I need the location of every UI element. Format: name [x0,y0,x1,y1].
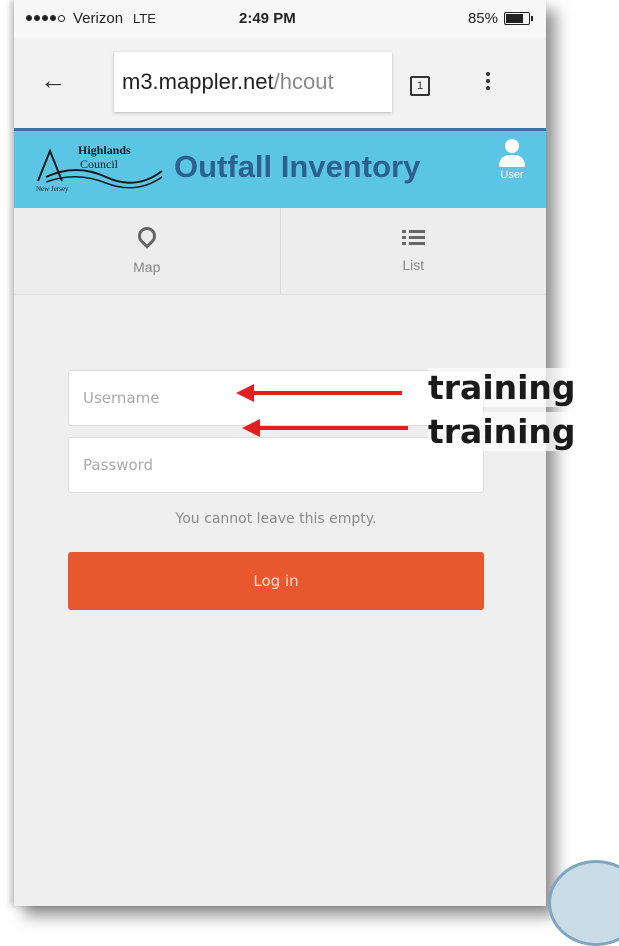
phone-screen: Verizon LTE 2:49 PM 85% ← m3.mappler.net… [14,0,546,906]
tab-list-label: List [402,256,425,273]
clock: 2:49 PM [239,10,296,27]
username-input[interactable]: Username [68,370,484,426]
url-domain: m3.mappler.net [122,69,274,94]
logo-line1: Highlands [78,143,131,157]
user-label: User [500,169,524,181]
back-arrow-icon[interactable]: ← [40,67,66,93]
password-arrow-annotation [242,419,408,437]
battery-status: 85% [467,10,533,27]
tab-map[interactable]: Map [14,208,280,294]
nav-tabs: Map List [14,208,546,295]
password-note: training [428,412,576,451]
app-header: Highlands Council New Jersey Outfall Inv… [14,128,546,208]
more-options-icon[interactable] [486,72,490,90]
password-input[interactable]: Password [68,437,484,493]
network-type: LTE [133,11,156,26]
list-icon [401,229,425,245]
logo-line3: New Jersey [36,185,69,193]
decorative-swoosh [548,860,619,946]
tab-map-label: Map [133,259,161,275]
highlands-council-logo: Highlands Council New Jersey [36,141,164,199]
login-button[interactable]: Log in [68,552,484,610]
signal-carrier: Verizon LTE [26,10,156,27]
tab-list[interactable]: List [279,208,547,294]
app-title: Outfall Inventory [174,149,421,184]
user-menu-button[interactable]: User [494,139,530,181]
battery-percent: 85% [467,10,498,27]
signal-icon [26,15,65,22]
status-bar: Verizon LTE 2:49 PM 85% [14,0,546,38]
map-pin-icon [134,223,160,249]
user-icon [505,139,519,153]
validation-message: You cannot leave this empty. [175,511,377,527]
battery-icon [504,12,533,25]
tab-switcher-button[interactable]: 1 [410,76,430,96]
username-note: training [428,368,576,407]
carrier-name: Verizon [73,10,124,27]
username-arrow-annotation [236,384,402,402]
url-path: /hcout [273,69,334,94]
url-bar[interactable]: m3.mappler.net/hcout [114,52,392,112]
browser-toolbar: ← m3.mappler.net/hcout 1 [14,38,546,128]
logo-line2: Council [80,157,118,171]
